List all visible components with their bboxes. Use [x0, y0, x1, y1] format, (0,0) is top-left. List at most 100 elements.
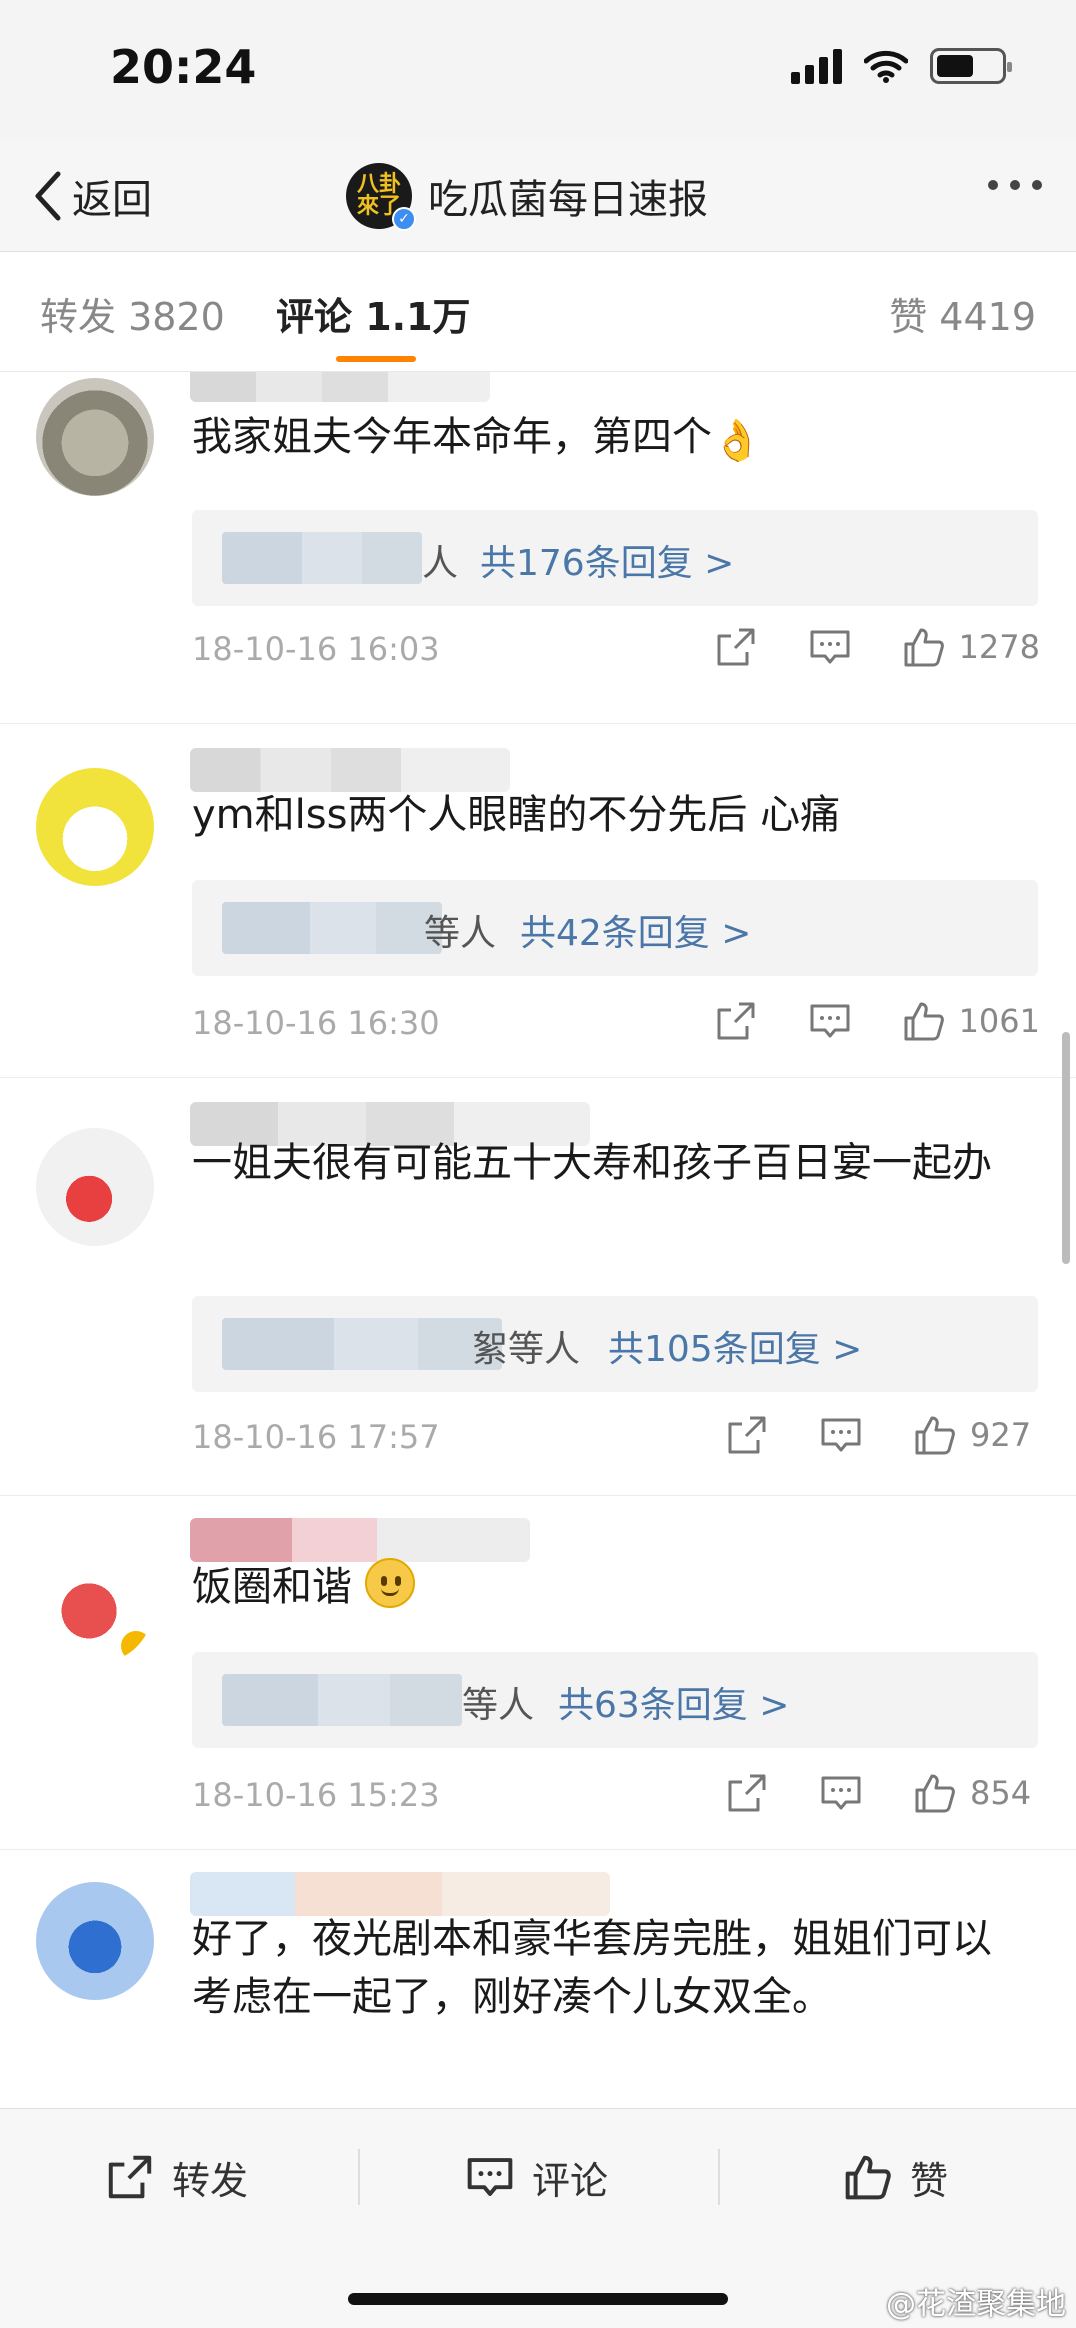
comment-actions: 1278 — [665, 624, 1040, 670]
blurred-username[interactable] — [190, 372, 490, 402]
like-count: 1278 — [958, 628, 1040, 666]
comment-icon[interactable] — [818, 1412, 864, 1458]
comment-icon — [467, 2158, 513, 2196]
blurred-username[interactable] — [190, 1518, 530, 1562]
thumbs-up-icon — [845, 2155, 891, 2200]
user-avatar[interactable] — [36, 1128, 154, 1246]
account-name[interactable]: 吃瓜菌每日速报 — [428, 167, 708, 225]
comment-text: 好了，夜光剧本和豪华套房完胜，姐姐们可以考虑在一起了，刚好凑个儿女双全。 — [192, 1916, 992, 2020]
tab-bar: 转发 3820 评论 1.1万 赞 4419 — [0, 252, 1076, 372]
back-label: 返回 — [72, 177, 152, 223]
status-time: 20:24 — [110, 40, 257, 94]
user-avatar[interactable] — [36, 378, 154, 496]
account-header[interactable]: 八卦 來了 ✓ 吃瓜菌每日速报 — [346, 156, 708, 236]
comment-meta: 18-10-16 16:03 1278 — [192, 624, 1040, 674]
tab-like[interactable]: 赞 4419 — [889, 286, 1036, 341]
back-button[interactable]: 返回 — [30, 164, 152, 228]
replies-preview[interactable]: 人 共176条回复 > — [192, 510, 1038, 606]
comment-text: 一姐夫很有可能五十大寿和孩子百日宴一起办 — [192, 1140, 992, 1186]
tab-comment[interactable]: 评论 1.1万 — [276, 286, 471, 341]
divider — [358, 2149, 360, 2205]
user-avatar[interactable] — [36, 768, 154, 886]
share-icon[interactable] — [713, 624, 759, 670]
vip-badge-icon — [118, 1628, 154, 1664]
replies-preview[interactable]: 等人 共42条回复 > — [192, 880, 1038, 976]
comment-meta: 18-10-16 17:57 927 — [192, 1412, 1040, 1462]
thumbs-up-icon[interactable] — [901, 998, 947, 1044]
cellular-signal-icon — [791, 48, 842, 84]
blurred-reply-names — [222, 1318, 502, 1370]
share-icon — [108, 2155, 152, 2199]
share-icon[interactable] — [724, 1770, 770, 1816]
reply-count-link[interactable]: 共42条回复 > — [520, 904, 751, 956]
wifi-icon — [864, 50, 908, 83]
tab-repost[interactable]: 转发 3820 — [40, 286, 225, 341]
comment-icon[interactable] — [807, 998, 853, 1044]
reply-count-link[interactable]: 共105条回复 > — [608, 1320, 862, 1372]
reply-prefix: 等人 — [462, 1685, 535, 1726]
comment-text: ym和lss两个人眼瞎的不分先后 心痛 — [192, 792, 841, 838]
watermark-text: @花渣聚集地 — [886, 2287, 1066, 2322]
share-icon[interactable] — [713, 998, 759, 1044]
comment-time: 18-10-16 17:57 — [192, 1418, 440, 1456]
chevron-left-icon — [35, 171, 61, 221]
comment-item: ym和lss两个人眼瞎的不分先后 心痛 等人 共42条回复 > 18-10-16… — [0, 724, 1076, 1078]
like-count: 927 — [970, 1416, 1032, 1454]
ok-hand-emoji-icon: 👌 — [712, 418, 762, 464]
like-button[interactable]: 赞 — [842, 2145, 948, 2209]
battery-icon — [930, 48, 1012, 84]
scrollbar[interactable] — [1062, 1032, 1070, 1264]
repost-button[interactable]: 转发 — [104, 2145, 248, 2209]
user-avatar[interactable] — [36, 1882, 154, 2000]
comment-item: 一姐夫很有可能五十大寿和孩子百日宴一起办 絮等人 共105条回复 > 18-10… — [0, 1078, 1076, 1496]
replies-preview[interactable]: 等人 共63条回复 > — [192, 1652, 1038, 1748]
active-tab-indicator — [336, 356, 416, 362]
comment-time: 18-10-16 15:23 — [192, 1776, 440, 1814]
status-bar: 20:24 — [0, 0, 1076, 140]
thumbs-up-icon[interactable] — [901, 624, 947, 670]
divider — [718, 2149, 720, 2205]
reply-count-link[interactable]: 共176条回复 > — [480, 534, 734, 586]
comment-text: 饭圈和谐 — [192, 1558, 1032, 1616]
thumbs-up-icon[interactable] — [912, 1412, 958, 1458]
bottom-action-bar: 转发 评论 赞 @花渣聚集地 — [0, 2108, 1076, 2328]
comment-time: 18-10-16 16:03 — [192, 630, 440, 668]
comment-actions: 1061 — [665, 998, 1040, 1044]
blurred-reply-names — [222, 1674, 462, 1726]
status-icons — [791, 48, 1012, 84]
comment-icon[interactable] — [818, 1770, 864, 1816]
reply-prefix: 絮等人 — [472, 1329, 581, 1370]
comment-meta: 18-10-16 16:30 1061 — [192, 998, 1040, 1048]
comment-button[interactable]: 评论 — [464, 2145, 608, 2209]
smile-emoji-icon — [364, 1558, 415, 1608]
comment-item: 我家姐夫今年本命年，第四个👌 人 共176条回复 > 18-10-16 16:0… — [0, 372, 1076, 724]
like-count: 854 — [970, 1774, 1032, 1812]
comment-time: 18-10-16 16:30 — [192, 1004, 440, 1042]
reply-prefix: 等人 — [424, 913, 497, 954]
comment-item: 饭圈和谐 等人 共63条回复 > 18-10-16 15:23 854 — [0, 1496, 1076, 1850]
repost-label: 转发 — [172, 2158, 249, 2203]
comment-icon[interactable] — [807, 624, 853, 670]
user-avatar[interactable] — [36, 1546, 154, 1664]
more-dots-icon[interactable] — [988, 180, 1042, 190]
comment-label: 评论 — [532, 2158, 609, 2203]
reply-count-link[interactable]: 共63条回复 > — [558, 1676, 789, 1728]
comment-list[interactable]: 我家姐夫今年本命年，第四个👌 人 共176条回复 > 18-10-16 16:0… — [0, 372, 1076, 2108]
replies-preview[interactable]: 絮等人 共105条回复 > — [192, 1296, 1038, 1392]
like-label: 赞 — [910, 2158, 949, 2203]
comment-text-body: 饭圈和谐 — [192, 1564, 352, 1610]
home-indicator[interactable] — [348, 2293, 728, 2305]
blurred-reply-names — [222, 532, 422, 584]
reply-prefix: 人 — [422, 543, 459, 584]
share-icon[interactable] — [724, 1412, 770, 1458]
account-avatar[interactable]: 八卦 來了 ✓ — [346, 163, 416, 231]
comment-text-body: 我家姐夫今年本命年，第四个 — [192, 414, 712, 460]
comment-actions: 854 — [676, 1770, 1040, 1816]
comment-actions: 927 — [676, 1412, 1040, 1458]
verified-badge-icon: ✓ — [392, 207, 416, 231]
thumbs-up-icon[interactable] — [912, 1770, 958, 1816]
comment-meta: 18-10-16 15:23 854 — [192, 1770, 1040, 1820]
comment-text: 我家姐夫今年本命年，第四个👌 — [192, 408, 1032, 470]
nav-bar: 返回 八卦 來了 ✓ 吃瓜菌每日速报 — [0, 140, 1076, 252]
like-count: 1061 — [958, 1002, 1040, 1040]
